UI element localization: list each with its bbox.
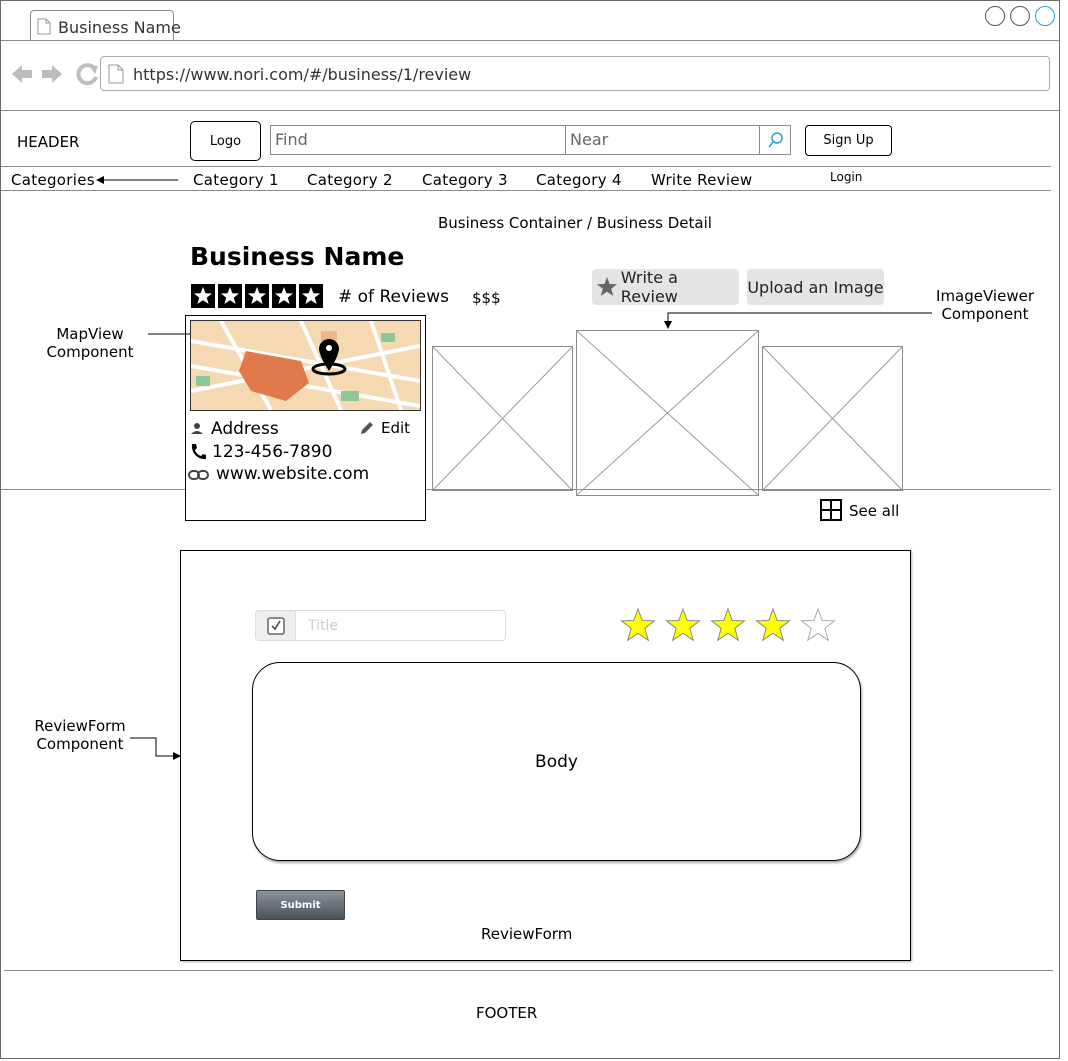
person-icon [191,423,203,434]
see-all-link[interactable]: See all [849,502,899,520]
star-icon [272,284,296,308]
find-input[interactable]: Find [270,125,566,155]
price-level: $$$ [472,289,501,307]
divider [1,40,1059,41]
star-icon [299,284,323,308]
edit-link[interactable]: Edit [381,419,410,437]
divider [4,970,1053,971]
write-review-button[interactable]: Write a Review [592,268,739,306]
search-button[interactable] [759,125,791,155]
divider [1,166,1051,167]
nav-category-3[interactable]: Category 3 [422,171,508,189]
url-text: https://www.nori.com/#/business/1/review [133,65,472,84]
reviewform-annotation: ReviewForm Component [34,717,126,753]
logo[interactable]: Logo [190,121,261,161]
star-icon [218,284,242,308]
page-icon [108,64,124,84]
star-empty-icon[interactable] [799,607,837,643]
link-icon [188,470,209,480]
divider [426,489,1051,490]
address-text: Address [211,419,279,439]
grid-icon[interactable] [820,499,842,521]
page-icon [37,18,51,35]
search-icon [768,132,783,148]
nav-category-4[interactable]: Category 4 [536,171,622,189]
pencil-icon[interactable] [359,420,375,436]
nav-category-1[interactable]: Category 1 [193,171,279,189]
body-textarea[interactable]: Body [252,662,861,861]
star-filled-icon[interactable] [619,607,657,643]
image-placeholder-main[interactable] [576,330,759,496]
title-checkbox[interactable] [256,611,296,640]
checkbox-icon [266,616,285,635]
divider [1,110,1059,111]
image-placeholder[interactable] [762,346,903,491]
map-illustration [191,321,420,410]
review-count: # of Reviews [338,287,449,307]
browser-nav-icons [12,63,98,86]
website-link[interactable]: www.website.com [216,464,369,484]
review-form-caption: ReviewForm [481,925,573,943]
annotation-arrow [130,737,181,760]
divider [1,489,185,490]
sign-up-button[interactable]: Sign Up [805,125,892,156]
back-arrow-icon [12,65,32,83]
star-icon [191,284,215,308]
imageviewer-annotation: ImageViewer Component [936,287,1034,323]
footer-label: FOOTER [476,1004,538,1022]
header-label: HEADER [17,133,80,151]
window-button-1[interactable] [985,6,1005,26]
arrow-left-icon [96,176,178,184]
nav-write-review[interactable]: Write Review [651,171,753,189]
forward-arrow-icon [42,65,62,83]
rating-input[interactable] [619,607,837,643]
phone-icon [191,444,206,460]
window-button-3[interactable] [1035,6,1055,26]
categories-menu[interactable]: Categories [11,171,95,189]
business-name: Business Name [190,242,405,271]
tab-title: Business Name [58,18,181,37]
star-icon [597,277,617,296]
rating-stars [191,284,323,308]
mapview-annotation: MapView Component [46,325,134,361]
star-filled-icon[interactable] [664,607,702,643]
map-image[interactable] [190,320,421,411]
divider [1,190,1051,191]
write-review-label: Write a Review [620,268,678,306]
phone-text: 123-456-7890 [212,442,333,462]
image-placeholder[interactable] [432,346,573,491]
window-button-2[interactable] [1010,6,1030,26]
star-filled-icon[interactable] [754,607,792,643]
login-link[interactable]: Login [830,170,862,184]
star-filled-icon[interactable] [709,607,747,643]
star-icon [245,284,269,308]
business-container-label: Business Container / Business Detail [438,214,712,232]
near-input[interactable]: Near [565,125,760,155]
annotation-arrow [664,312,932,329]
reload-icon [76,63,98,86]
submit-button[interactable]: Submit [256,890,345,920]
title-input[interactable]: Title [308,618,338,634]
upload-image-button[interactable]: Upload an Image [747,269,884,305]
nav-category-2[interactable]: Category 2 [307,171,393,189]
